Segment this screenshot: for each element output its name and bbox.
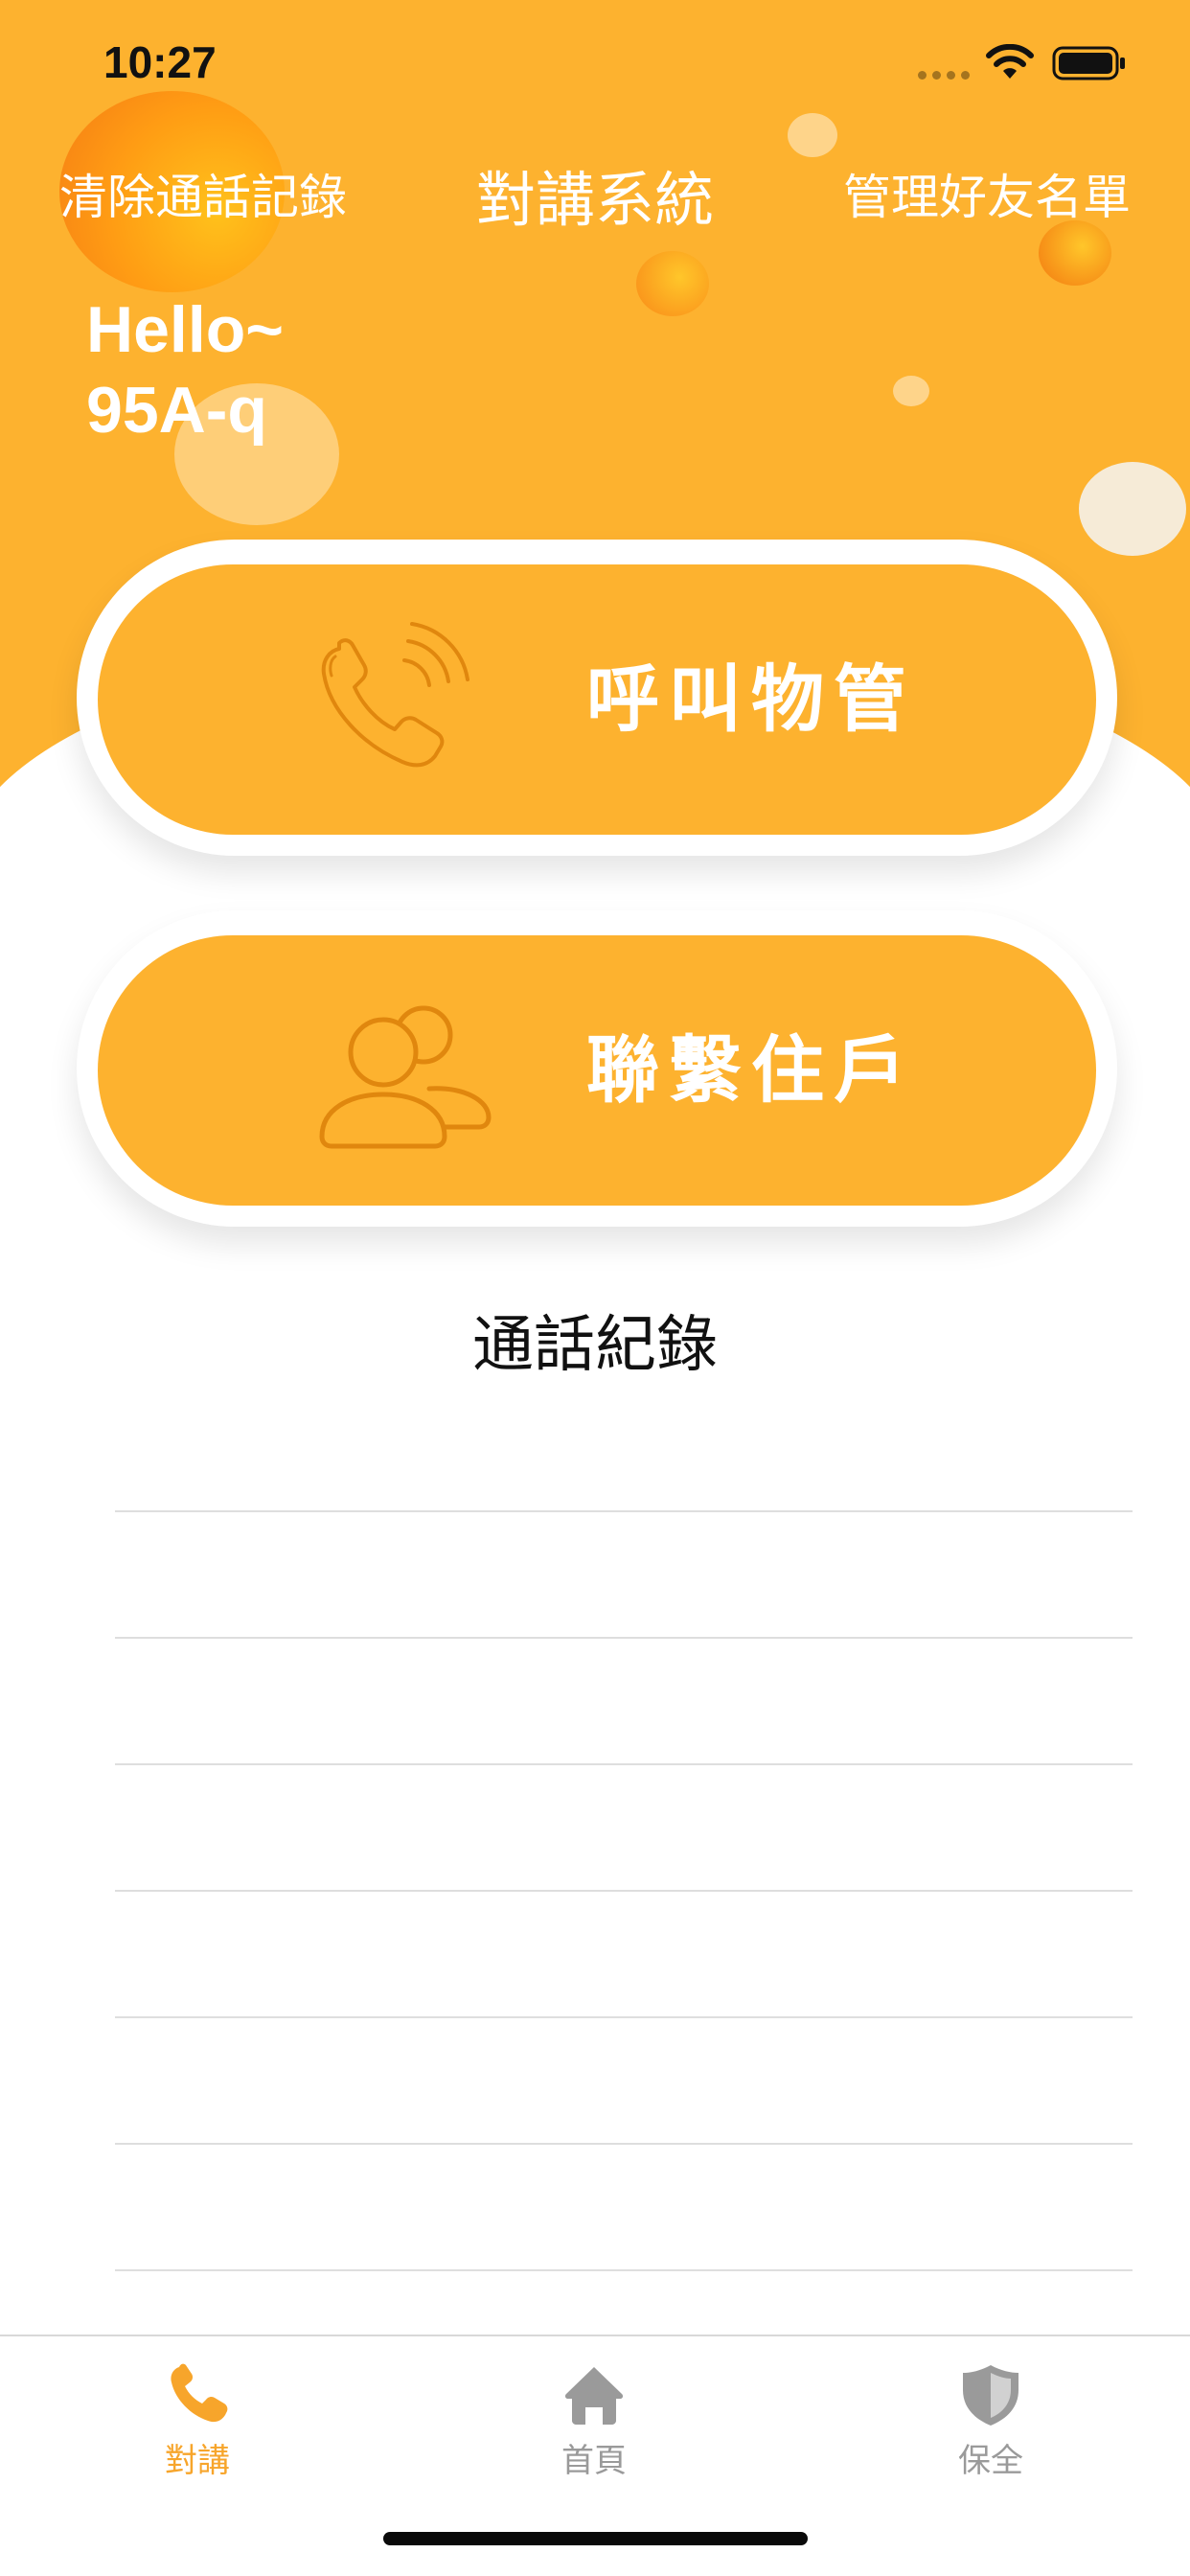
wifi-icon bbox=[986, 44, 1034, 79]
call-management-button[interactable]: 呼叫物管 bbox=[98, 564, 1096, 835]
manage-friends-button[interactable]: 管理好友名單 bbox=[843, 159, 1131, 228]
greeting-hello: Hello~ bbox=[86, 293, 284, 366]
call-log-title: 通話紀錄 bbox=[472, 1310, 718, 1381]
list-item[interactable] bbox=[115, 1510, 1133, 1637]
tab-security[interactable]: 保全 bbox=[895, 2361, 1087, 2481]
contact-residents-button[interactable]: 聯繫住戶 bbox=[98, 935, 1096, 1206]
greeting-unit: 95A-q bbox=[86, 374, 267, 447]
phone-calling-icon bbox=[321, 622, 469, 768]
tab-home[interactable]: 首頁 bbox=[498, 2361, 690, 2481]
battery-icon bbox=[1052, 46, 1125, 80]
phone-icon bbox=[171, 2363, 228, 2423]
list-item[interactable] bbox=[115, 1763, 1133, 1890]
greeting: Hello~ 95A-q bbox=[86, 289, 284, 450]
tab-intercom-label: 對講 bbox=[165, 2442, 230, 2480]
status-time: 10:27 bbox=[103, 37, 217, 87]
list-item[interactable] bbox=[115, 1890, 1133, 2016]
call-log-list bbox=[115, 1510, 1133, 2396]
tab-home-label: 首頁 bbox=[561, 2442, 627, 2480]
cellular-signal-icon bbox=[918, 71, 970, 80]
home-icon bbox=[564, 2367, 624, 2425]
call-management-card: 呼叫物管 bbox=[77, 540, 1117, 856]
contact-residents-card: 聯繫住戶 bbox=[77, 910, 1117, 1227]
decorative-bubble bbox=[893, 376, 929, 406]
call-management-label: 呼叫物管 bbox=[586, 656, 916, 742]
tab-security-label: 保全 bbox=[958, 2442, 1023, 2480]
shield-icon bbox=[963, 2365, 1018, 2426]
decorative-bubble bbox=[1079, 462, 1186, 556]
list-item[interactable] bbox=[115, 2143, 1133, 2269]
list-item[interactable] bbox=[115, 1637, 1133, 1763]
tab-intercom[interactable]: 對講 bbox=[102, 2361, 293, 2481]
home-indicator[interactable] bbox=[383, 2532, 808, 2545]
list-item[interactable] bbox=[115, 2016, 1133, 2143]
contact-residents-label: 聯繫住戶 bbox=[586, 1027, 916, 1113]
decorative-bubble bbox=[636, 251, 709, 316]
users-icon bbox=[319, 1005, 492, 1149]
